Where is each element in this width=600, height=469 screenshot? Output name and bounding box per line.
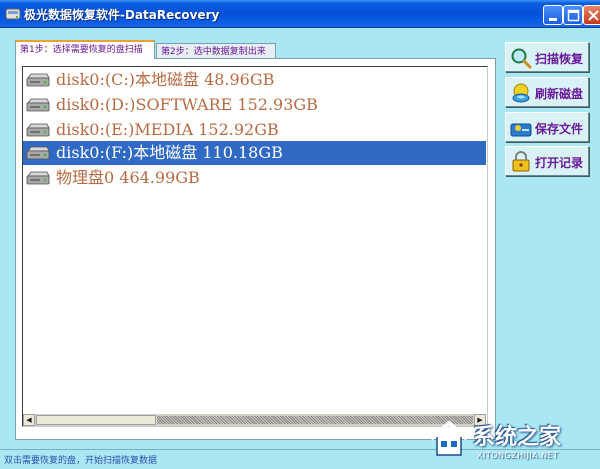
open-record-button[interactable]: 打开记录: [505, 146, 589, 176]
open-record-icon: [512, 151, 530, 172]
hard-disk-icon: [26, 73, 50, 87]
disk-item-d[interactable]: disk0:(D:)SOFTWARE 152.93GB: [23, 93, 486, 117]
watermark-url: XITONGZHIJIA.NET: [477, 451, 559, 460]
refresh-disk-label: 刷新磁盘: [535, 87, 584, 101]
scroll-left-button[interactable]: ◀: [23, 414, 35, 426]
disk-item-e[interactable]: disk0:(E:)MEDIA 152.92GB: [23, 118, 486, 142]
open-record-label: 打开记录: [535, 156, 584, 170]
house-logo-icon: [429, 421, 469, 456]
app-icon: [5, 8, 21, 20]
disk-item-f[interactable]: disk0:(F:)本地磁盘 110.18GB: [23, 141, 486, 165]
save-file-icon: [510, 123, 532, 137]
close-icon: [588, 10, 599, 21]
save-file-button[interactable]: 保存文件: [505, 112, 589, 142]
minimize-icon: [549, 18, 557, 21]
title-bar[interactable]: 极光数据恢复软件-DataRecovery: [0, 0, 600, 28]
scan-recover-button[interactable]: 扫描恢复: [505, 42, 589, 72]
minimize-button[interactable]: [543, 5, 563, 25]
close-button[interactable]: [583, 5, 600, 25]
disk-item-physical[interactable]: 物理盘0 464.99GB: [23, 166, 486, 190]
hard-disk-icon: [26, 171, 50, 185]
maximize-button[interactable]: [563, 5, 583, 25]
refresh-disk-button[interactable]: 刷新磁盘: [505, 77, 589, 107]
maximize-icon: [567, 9, 580, 22]
scan-recover-label: 扫描恢复: [535, 52, 584, 66]
refresh-disk-icon: [512, 83, 530, 103]
disk-label: disk0:(F:)本地磁盘 110.18GB: [56, 143, 283, 162]
disk-label: disk0:(E:)MEDIA 152.92GB: [56, 120, 279, 139]
window-title: 极光数据恢复软件-DataRecovery: [24, 8, 220, 22]
watermark: 系统之家 XITONGZHIJIA.NET: [425, 415, 597, 467]
save-file-label: 保存文件: [535, 122, 584, 136]
tab-step1-scan[interactable]: 第1步：选择需要恢复的盘扫描: [15, 40, 155, 59]
disk-label: disk0:(D:)SOFTWARE 152.93GB: [56, 95, 318, 114]
hard-disk-icon: [26, 146, 50, 160]
main-window: 极光数据恢复软件-DataRecovery 第1步：选择需要恢复的盘扫描 第2步…: [0, 0, 600, 469]
status-text: 双击需要恢复的盘，开始扫描恢复数据: [4, 456, 158, 466]
disk-item-c[interactable]: disk0:(C:)本地磁盘 48.96GB: [23, 68, 486, 92]
disk-label: disk0:(C:)本地磁盘 48.96GB: [56, 70, 275, 89]
hard-disk-icon: [26, 98, 50, 112]
magnifier-icon: [511, 48, 532, 69]
hard-disk-icon: [26, 123, 50, 137]
disk-label: 物理盘0 464.99GB: [56, 168, 200, 187]
watermark-title: 系统之家: [473, 425, 562, 450]
horizontal-scrollbar[interactable]: ◀ ▶: [23, 414, 486, 426]
scroll-thumb[interactable]: [36, 415, 156, 425]
